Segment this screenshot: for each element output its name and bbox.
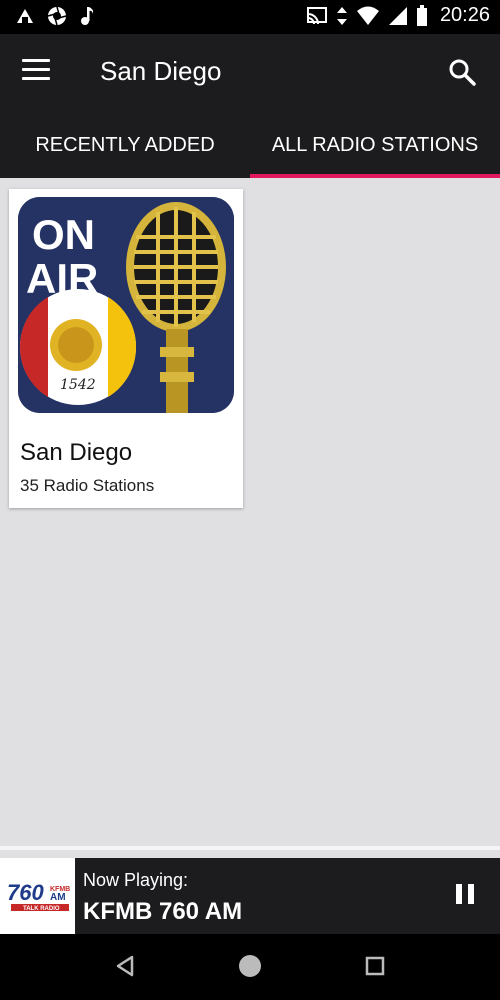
logo-band: AM (50, 892, 66, 903)
now-playing-station: KFMB 760 AM (83, 898, 243, 925)
wifi-icon (356, 6, 379, 25)
back-icon[interactable] (114, 954, 136, 978)
pause-icon[interactable] (456, 884, 476, 908)
station-logo: 760 KFMB AM TALK RADIO (0, 858, 75, 934)
battery-icon (416, 4, 427, 26)
now-playing-bar[interactable]: 760 KFMB AM TALK RADIO Now Playing: KFMB… (0, 858, 500, 934)
kfmb-logo-image: 760 KFMB AM TALK RADIO (7, 880, 70, 912)
logo-tagline: TALK RADIO (23, 906, 60, 912)
status-left-icons (14, 5, 96, 27)
data-arrows-icon (336, 6, 347, 25)
seal-year-text: 1542 (60, 377, 96, 393)
status-bar: 20:26 (0, 0, 500, 34)
status-time: 20:26 (439, 4, 490, 26)
status-right-icons: 20:26 (306, 4, 490, 27)
tab-recently-added[interactable]: RECENTLY ADDED (0, 112, 250, 178)
search-icon[interactable] (446, 56, 478, 88)
card-title: San Diego (20, 439, 133, 466)
cast-icon (306, 6, 327, 24)
on-air-microphone-image: 1542 ON AIR (18, 197, 234, 413)
signal-icon (388, 6, 407, 25)
on-text: ON (32, 211, 95, 258)
air-text: AIR (26, 255, 98, 302)
recents-icon[interactable] (364, 954, 386, 978)
page-title: San Diego (100, 56, 222, 86)
tab-all-radio-stations[interactable]: ALL RADIO STATIONS (250, 112, 500, 178)
now-playing-label: Now Playing: (83, 870, 189, 890)
system-nav-bar (0, 934, 500, 1000)
logo-number: 760 (7, 880, 44, 905)
on-air-artwork: 1542 ON AIR (18, 197, 234, 413)
tab-bar: RECENTLY ADDED ALL RADIO STATIONS (0, 112, 500, 178)
card-subtitle: 35 Radio Stations (20, 476, 155, 495)
camera-aperture-icon (47, 6, 67, 26)
hamburger-menu-icon[interactable] (22, 59, 54, 87)
notification-icon (17, 9, 33, 23)
station-group-card[interactable]: 1542 ON AIR San Diego 35 Radio Stations (9, 189, 243, 508)
home-icon[interactable] (238, 954, 262, 978)
music-note-icon (81, 7, 94, 25)
divider (0, 846, 500, 850)
app-bar: San Diego (0, 34, 500, 112)
